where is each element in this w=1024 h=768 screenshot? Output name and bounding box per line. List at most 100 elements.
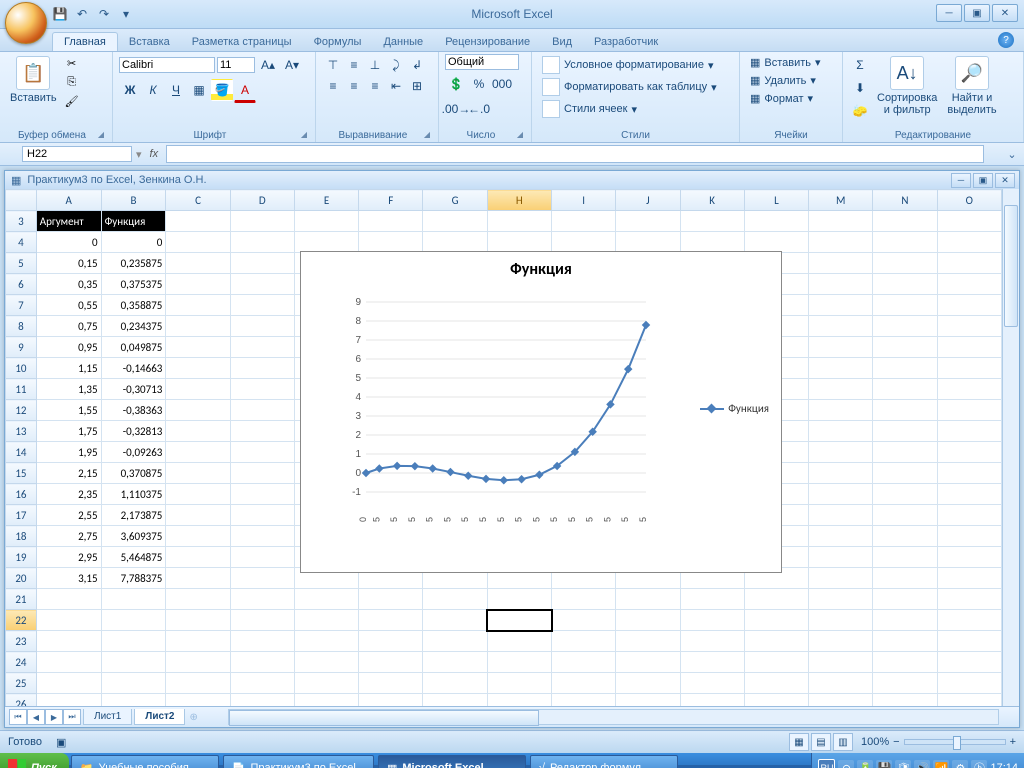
save-icon[interactable]: 💾 <box>52 6 68 22</box>
start-button[interactable]: Пуск <box>0 753 69 768</box>
fill-color-button[interactable]: 🪣 <box>211 79 233 101</box>
align-right-icon[interactable]: ≡ <box>364 75 386 97</box>
decrease-indent-icon[interactable]: ⇤ <box>385 75 407 97</box>
office-button[interactable] <box>5 2 47 44</box>
macro-record-icon[interactable]: ▣ <box>56 736 66 749</box>
view-pagebreak-icon[interactable]: ▥ <box>833 733 853 751</box>
align-top-icon[interactable]: ⊤ <box>322 54 344 76</box>
shrink-font-icon[interactable]: A▾ <box>281 54 303 76</box>
comma-icon[interactable]: 000 <box>491 73 513 95</box>
cell-styles-button[interactable]: Стили ячеек ▾ <box>538 98 733 120</box>
orientation-icon[interactable]: ⤸ <box>385 54 407 76</box>
tab-review[interactable]: Рецензирование <box>434 33 541 51</box>
italic-button[interactable]: К <box>142 79 164 101</box>
redo-icon[interactable]: ↷ <box>96 6 112 22</box>
name-box[interactable] <box>22 146 132 162</box>
doc-close-button[interactable]: ✕ <box>995 173 1015 188</box>
restore-button[interactable]: ▣ <box>964 4 990 22</box>
wrap-text-icon[interactable]: ↲ <box>406 54 428 76</box>
taskbar-item-excel[interactable]: ▦ Microsoft Excel <box>378 755 526 768</box>
view-layout-icon[interactable]: ▤ <box>811 733 831 751</box>
clear-icon[interactable]: 🧽 <box>849 100 871 122</box>
font-color-button[interactable]: A <box>234 79 256 103</box>
new-sheet-icon[interactable]: ⊕ <box>189 712 197 723</box>
fx-icon[interactable]: fx <box>150 148 159 160</box>
tray-icon[interactable]: 🛡 <box>895 760 911 768</box>
find-select-button[interactable]: 🔎 Найти и выделить <box>943 54 1000 122</box>
sheet-nav-last-icon[interactable]: ⏭ <box>63 709 81 725</box>
tab-view[interactable]: Вид <box>541 33 583 51</box>
conditional-formatting-button[interactable]: Условное форматирование ▾ <box>538 54 733 76</box>
align-bottom-icon[interactable]: ⊥ <box>364 54 386 76</box>
tray-icon[interactable]: ⓑ <box>971 760 987 768</box>
zoom-in-icon[interactable]: + <box>1010 736 1016 748</box>
qat-dropdown-icon[interactable]: ▾ <box>118 6 134 22</box>
grow-font-icon[interactable]: A▴ <box>257 54 279 76</box>
format-painter-icon[interactable]: 🖌 <box>63 92 81 110</box>
currency-icon[interactable]: 💲 <box>445 73 467 95</box>
align-left-icon[interactable]: ≡ <box>322 75 344 97</box>
tab-page-layout[interactable]: Разметка страницы <box>181 33 303 51</box>
align-center-icon[interactable]: ≡ <box>343 75 365 97</box>
taskbar-item-word[interactable]: 📄 Практикум3 по Excel... <box>223 755 374 768</box>
undo-icon[interactable]: ↶ <box>74 6 90 22</box>
tray-icon[interactable]: 🔊 <box>914 760 930 768</box>
embedded-chart[interactable]: Функция -1012345678900,150,350,550,750,9… <box>300 251 782 573</box>
merge-cells-icon[interactable]: ⊞ <box>406 75 428 97</box>
clock[interactable]: 17:14 <box>990 762 1018 768</box>
font-size-input[interactable] <box>217 57 255 73</box>
sheet-tab-2[interactable]: Лист2 <box>134 709 185 725</box>
language-indicator[interactable]: RU <box>818 759 835 768</box>
tray-icon[interactable]: 📶 <box>933 760 949 768</box>
vertical-scrollbar[interactable] <box>1002 189 1019 706</box>
sheet-nav-next-icon[interactable]: ▶ <box>45 709 63 725</box>
align-middle-icon[interactable]: ≡ <box>343 54 365 76</box>
horizontal-scrollbar[interactable] <box>228 709 999 725</box>
tray-icon[interactable]: 💾 <box>876 760 892 768</box>
doc-restore-button[interactable]: ▣ <box>973 173 993 188</box>
tab-formulas[interactable]: Формулы <box>303 33 373 51</box>
sheet-tab-1[interactable]: Лист1 <box>83 709 132 725</box>
tab-home[interactable]: Главная <box>52 32 118 51</box>
close-button[interactable]: ✕ <box>992 4 1018 22</box>
expand-formula-bar-icon[interactable]: ⌄ <box>1004 148 1020 161</box>
decrease-decimal-icon[interactable]: ←.0 <box>468 98 490 120</box>
tab-developer[interactable]: Разработчик <box>583 33 669 51</box>
workbook-window: ▦ Практикум3 по Excel, Зенкина О.Н. ─ ▣ … <box>4 170 1020 728</box>
doc-minimize-button[interactable]: ─ <box>951 173 971 188</box>
bold-button[interactable]: Ж <box>119 79 141 101</box>
formula-input[interactable] <box>166 145 984 163</box>
taskbar-item-equation[interactable]: √ Редактор формул <box>530 755 678 768</box>
sheet-nav-first-icon[interactable]: ⏮ <box>9 709 27 725</box>
insert-cells-button[interactable]: ▦ Вставить ▾ <box>746 54 836 71</box>
border-button[interactable]: ▦ <box>188 79 210 101</box>
delete-cells-button[interactable]: ▦ Удалить ▾ <box>746 72 836 89</box>
number-format-input[interactable] <box>445 54 519 70</box>
paste-button[interactable]: 📋 Вставить <box>6 54 61 110</box>
format-as-table-button[interactable]: Форматировать как таблицу ▾ <box>538 76 733 98</box>
sort-filter-button[interactable]: A↓ Сортировка и фильтр <box>873 54 941 122</box>
minimize-button[interactable]: ─ <box>936 4 962 22</box>
tray-icon[interactable]: ⚙ <box>952 760 968 768</box>
copy-icon[interactable]: ⎘ <box>63 73 81 91</box>
help-icon[interactable]: ? <box>998 32 1014 48</box>
view-normal-icon[interactable]: ▦ <box>789 733 809 751</box>
fill-icon[interactable]: ⬇ <box>849 77 871 99</box>
zoom-slider[interactable] <box>904 739 1006 745</box>
tab-data[interactable]: Данные <box>372 33 434 51</box>
increase-decimal-icon[interactable]: .00→ <box>445 98 467 120</box>
percent-icon[interactable]: % <box>468 73 490 95</box>
tray-icon[interactable]: ⊙ <box>838 760 854 768</box>
zoom-level[interactable]: 100% <box>861 736 889 748</box>
taskbar-item-folder[interactable]: 📁 Учебные пособия <box>71 755 219 768</box>
svg-text:0,35: 0,35 <box>389 517 399 522</box>
tray-icon[interactable]: 🔋 <box>857 760 873 768</box>
autosum-icon[interactable]: Σ <box>849 54 871 76</box>
font-name-input[interactable] <box>119 57 215 73</box>
sheet-nav-prev-icon[interactable]: ◀ <box>27 709 45 725</box>
format-cells-button[interactable]: ▦ Формат ▾ <box>746 90 836 107</box>
tab-insert[interactable]: Вставка <box>118 33 181 51</box>
underline-button[interactable]: Ч <box>165 79 187 101</box>
zoom-out-icon[interactable]: − <box>893 736 899 748</box>
cut-icon[interactable]: ✂ <box>63 54 81 72</box>
